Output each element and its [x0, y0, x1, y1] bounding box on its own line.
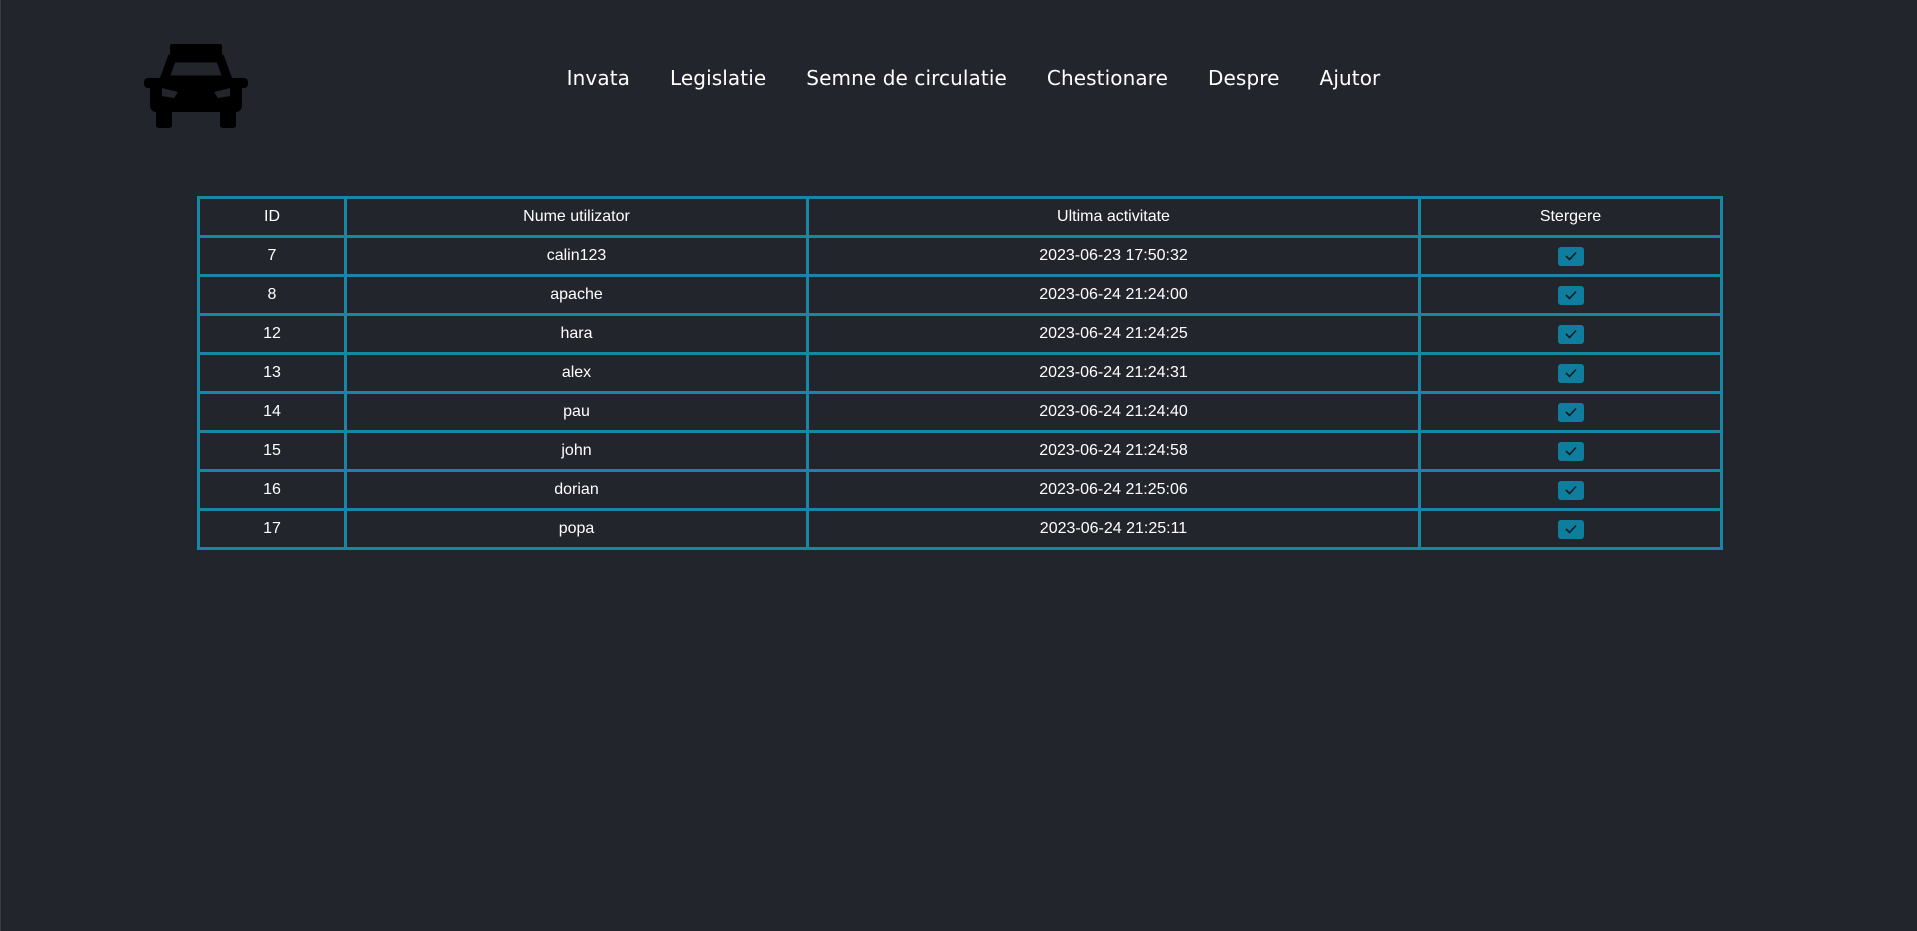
nav-item-invata[interactable]: Invata — [567, 62, 630, 94]
cell-last-activity: 2023-06-24 21:24:40 — [806, 391, 1421, 433]
delete-checkbox[interactable] — [1557, 480, 1584, 500]
cell-username: apache — [344, 274, 809, 316]
cell-username: hara — [344, 313, 809, 355]
table-row: 16 dorian 2023-06-24 21:25:06 — [197, 469, 1723, 511]
cell-delete — [1418, 430, 1723, 472]
cell-last-activity: 2023-06-24 21:25:06 — [806, 469, 1421, 511]
cell-id: 14 — [197, 391, 347, 433]
cell-last-activity: 2023-06-23 17:50:32 — [806, 235, 1421, 277]
check-icon — [1564, 368, 1577, 378]
cell-username: john — [344, 430, 809, 472]
cell-last-activity: 2023-06-24 21:25:11 — [806, 508, 1421, 550]
nav-item-legislatie[interactable]: Legislatie — [670, 62, 766, 94]
check-icon — [1564, 251, 1577, 261]
delete-checkbox[interactable] — [1557, 285, 1584, 305]
cell-id: 17 — [197, 508, 347, 550]
main-nav: Invata Legislatie Semne de circulatie Ch… — [1, 62, 1917, 94]
delete-checkbox[interactable] — [1557, 246, 1584, 266]
delete-checkbox[interactable] — [1557, 363, 1584, 383]
column-header-last-activity: Ultima activitate — [806, 196, 1421, 238]
cell-id: 12 — [197, 313, 347, 355]
delete-checkbox[interactable] — [1557, 519, 1584, 539]
page: Invata Legislatie Semne de circulatie Ch… — [0, 0, 1917, 931]
cell-id: 7 — [197, 235, 347, 277]
table-row: 14 pau 2023-06-24 21:24:40 — [197, 391, 1723, 433]
check-icon — [1564, 290, 1577, 300]
column-header-delete: Stergere — [1418, 196, 1723, 238]
check-icon — [1564, 446, 1577, 456]
check-icon — [1564, 407, 1577, 417]
users-table: ID Nume utilizator Ultima activitate Ste… — [197, 196, 1723, 550]
cell-id: 15 — [197, 430, 347, 472]
nav-item-despre[interactable]: Despre — [1208, 62, 1280, 94]
check-icon — [1564, 329, 1577, 339]
cell-id: 13 — [197, 352, 347, 394]
cell-username: calin123 — [344, 235, 809, 277]
cell-username: popa — [344, 508, 809, 550]
table-row: 12 hara 2023-06-24 21:24:25 — [197, 313, 1723, 355]
cell-delete — [1418, 391, 1723, 433]
cell-delete — [1418, 469, 1723, 511]
nav-item-ajutor[interactable]: Ajutor — [1320, 62, 1381, 94]
nav-item-chestionare[interactable]: Chestionare — [1047, 62, 1168, 94]
delete-checkbox[interactable] — [1557, 402, 1584, 422]
table-row: 8 apache 2023-06-24 21:24:00 — [197, 274, 1723, 316]
delete-checkbox[interactable] — [1557, 324, 1584, 344]
check-icon — [1564, 524, 1577, 534]
table-row: 13 alex 2023-06-24 21:24:31 — [197, 352, 1723, 394]
cell-id: 8 — [197, 274, 347, 316]
cell-last-activity: 2023-06-24 21:24:00 — [806, 274, 1421, 316]
table-header-row: ID Nume utilizator Ultima activitate Ste… — [197, 196, 1723, 238]
cell-delete — [1418, 235, 1723, 277]
table-row: 7 calin123 2023-06-23 17:50:32 — [197, 235, 1723, 277]
table-row: 17 popa 2023-06-24 21:25:11 — [197, 508, 1723, 550]
cell-last-activity: 2023-06-24 21:24:58 — [806, 430, 1421, 472]
cell-delete — [1418, 274, 1723, 316]
delete-checkbox[interactable] — [1557, 441, 1584, 461]
check-icon — [1564, 485, 1577, 495]
cell-username: alex — [344, 352, 809, 394]
table-row: 15 john 2023-06-24 21:24:58 — [197, 430, 1723, 472]
cell-delete — [1418, 352, 1723, 394]
cell-id: 16 — [197, 469, 347, 511]
cell-username: pau — [344, 391, 809, 433]
cell-delete — [1418, 508, 1723, 550]
column-header-username: Nume utilizator — [344, 196, 809, 238]
cell-last-activity: 2023-06-24 21:24:25 — [806, 313, 1421, 355]
nav-item-semne-de-circulatie[interactable]: Semne de circulatie — [806, 62, 1007, 94]
cell-username: dorian — [344, 469, 809, 511]
column-header-id: ID — [197, 196, 347, 238]
cell-delete — [1418, 313, 1723, 355]
users-table-container: ID Nume utilizator Ultima activitate Ste… — [197, 196, 1723, 550]
cell-last-activity: 2023-06-24 21:24:31 — [806, 352, 1421, 394]
